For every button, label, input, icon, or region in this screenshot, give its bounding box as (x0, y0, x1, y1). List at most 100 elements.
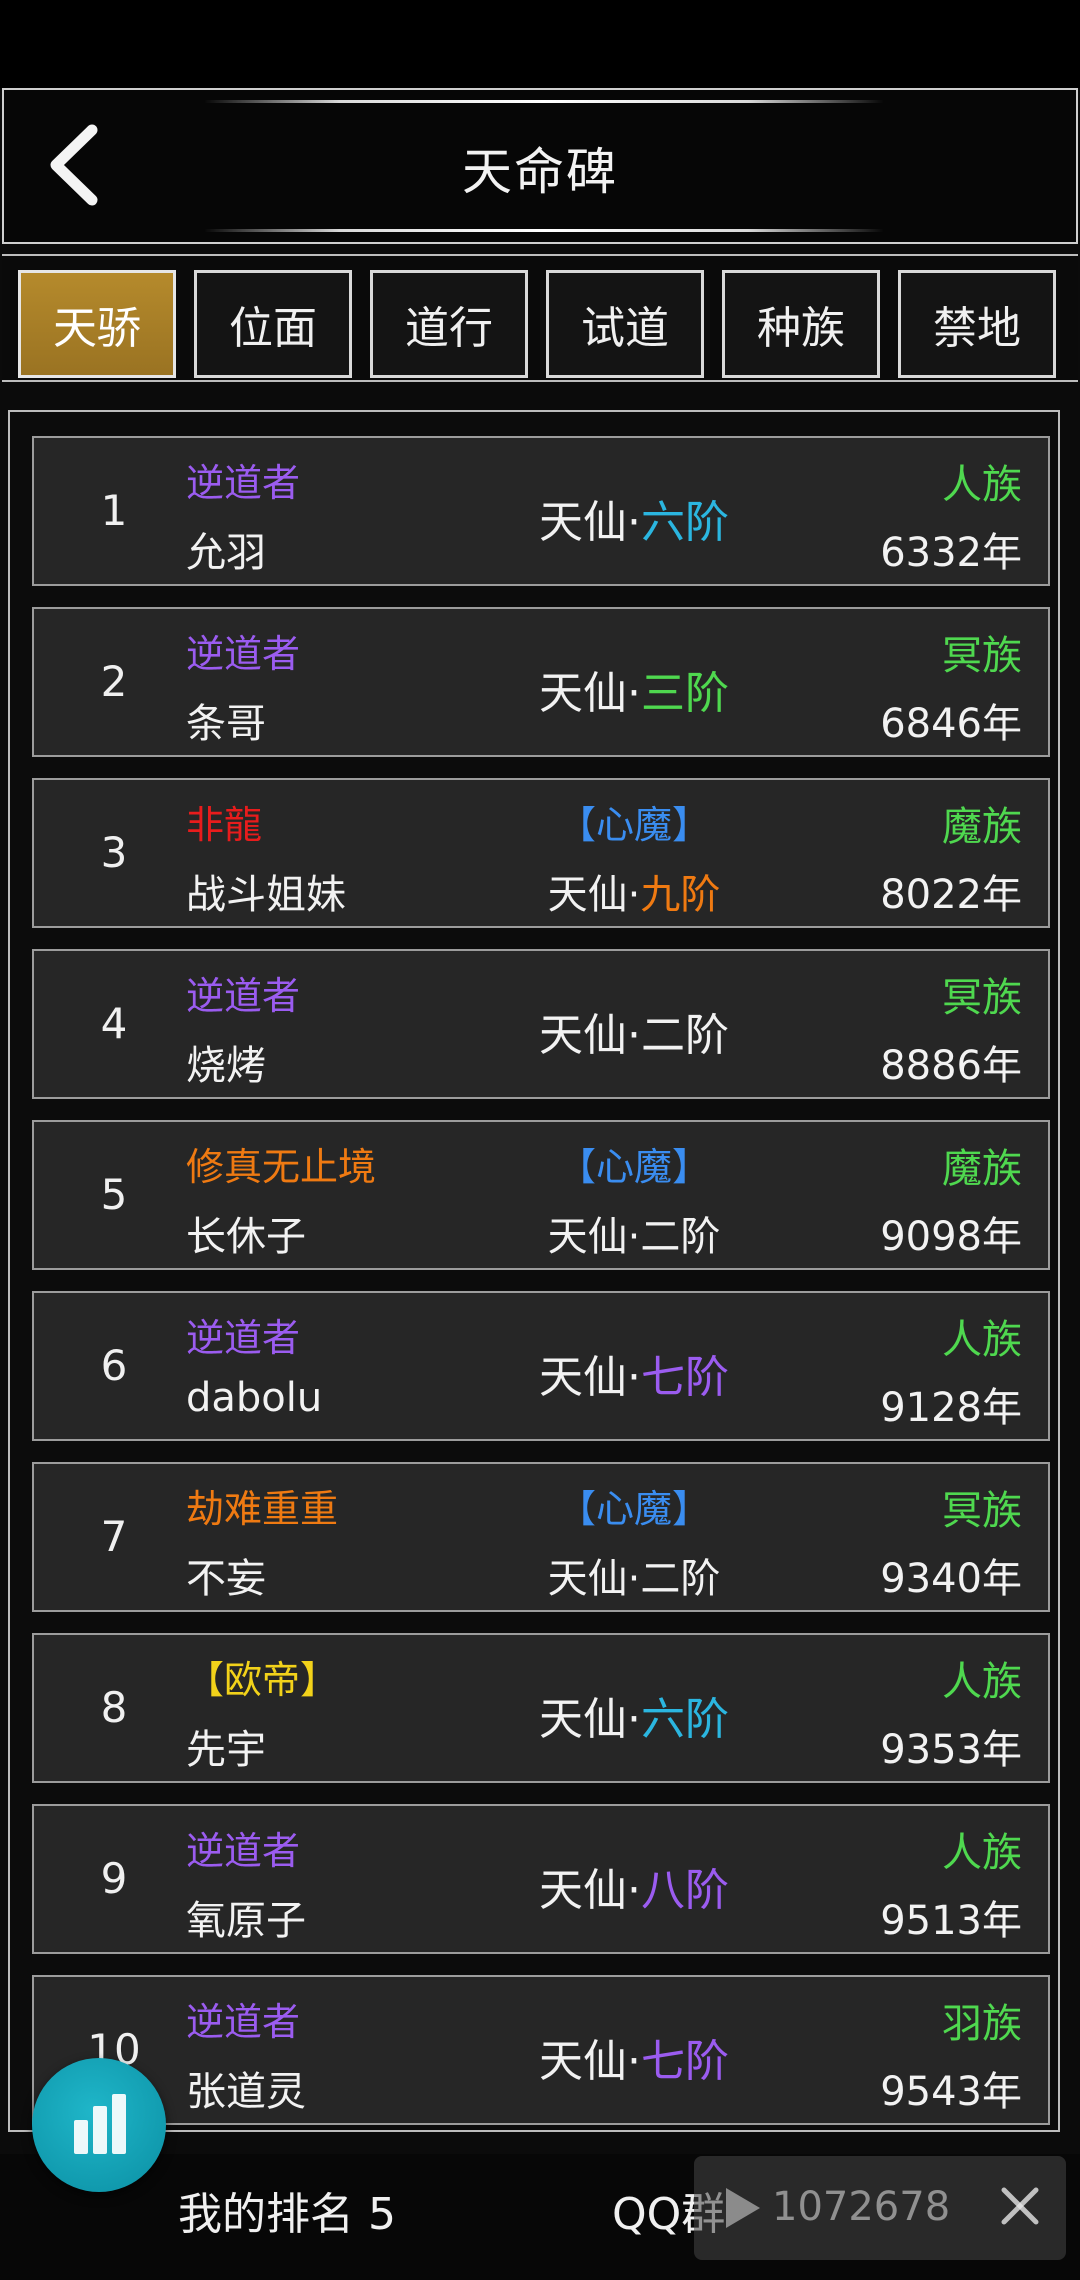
realm-label: 天仙·八阶 (474, 1854, 794, 1918)
player-name: 先宇 (186, 1727, 266, 1773)
player-title: 修真无止境 (186, 1145, 377, 1189)
rank-number: 2 (100, 657, 128, 706)
status-badge: 【心魔】 (557, 1145, 710, 1189)
race-label: 人族 (942, 1830, 1022, 1876)
realm-label: 天仙·六阶 (474, 486, 794, 550)
player-name: dabolu (186, 1375, 323, 1421)
player-name: 允羽 (186, 530, 266, 576)
rank-number: 5 (100, 1170, 128, 1219)
realm-base: 天仙· (547, 1214, 641, 1260)
header-decoration-top (204, 100, 884, 103)
my-rank-label: 我的排名 5 (178, 2189, 396, 2240)
age-years: 8886年 (880, 1043, 1022, 1089)
age-years: 9513年 (880, 1898, 1022, 1944)
realm-base: 天仙· (539, 497, 641, 548)
realm-label: 天仙·二阶 (474, 1204, 794, 1262)
ranking-row[interactable]: 10 逆道者 张道灵 天仙·七阶 羽族 9543年 (32, 1975, 1050, 2125)
realm-label: 天仙·二阶 (474, 999, 794, 1063)
realm-stage: 二阶 (641, 1010, 729, 1061)
player-title: 逆道者 (186, 974, 301, 1018)
ranking-row[interactable]: 2 逆道者 条哥 天仙·三阶 冥族 6846年 (32, 607, 1050, 757)
tab-weimian[interactable]: 位面 (194, 270, 352, 378)
rank-number: 1 (100, 486, 128, 535)
player-name: 烧烤 (186, 1043, 266, 1089)
realm-stage: 二阶 (640, 1214, 721, 1260)
race-label: 人族 (942, 1659, 1022, 1705)
stats-button[interactable] (32, 2058, 166, 2192)
realm-stage: 六阶 (641, 497, 729, 548)
player-title: 逆道者 (186, 2000, 301, 2044)
tab-daoxing[interactable]: 道行 (370, 270, 528, 378)
rank-number: 9 (100, 1854, 128, 1903)
age-years: 9543年 (880, 2069, 1022, 2115)
ranking-screen: 天命碑 天骄 位面 道行 试道 种族 禁地 1 逆道者 允羽 天仙·六阶 人族 6332年… (0, 88, 1080, 2280)
player-title: 非龍 (186, 803, 263, 847)
realm-stage: 八阶 (641, 1865, 729, 1916)
realm-base: 天仙· (539, 1694, 641, 1745)
realm-label: 天仙·三阶 (474, 657, 794, 721)
realm-base: 天仙· (539, 1352, 641, 1403)
race-label: 魔族 (942, 1146, 1022, 1192)
ranking-row[interactable]: 9 逆道者氧原子 天仙·八阶 人族 9513年 (32, 1804, 1050, 1954)
rank-number: 6 (100, 1341, 128, 1390)
tab-tianjiao[interactable]: 天骄 (18, 270, 176, 378)
bar-chart-icon (74, 2094, 126, 2154)
player-name: 条哥 (186, 701, 266, 747)
player-title: 【欧帝】 (186, 1658, 339, 1702)
tab-shidao[interactable]: 试道 (546, 270, 704, 378)
header-bar: 天命碑 (2, 88, 1078, 244)
realm-label: 天仙·七阶 (474, 2025, 794, 2089)
race-label: 冥族 (942, 1488, 1022, 1534)
player-name: 不妄 (186, 1556, 266, 1602)
ad-overlay[interactable]: 1072678 (694, 2156, 1066, 2260)
ranking-row[interactable]: 3 非龍 战斗姐妹 【心魔】 天仙·九阶 魔族 8022年 (32, 778, 1050, 928)
realm-label: 天仙·二阶 (474, 1546, 794, 1604)
age-years: 8022年 (880, 872, 1022, 918)
race-label: 羽族 (942, 2001, 1022, 2047)
player-title: 逆道者 (186, 1316, 301, 1360)
player-name: 氧原子 (186, 1898, 306, 1944)
ranking-row[interactable]: 8 【欧帝】先宇 天仙·六阶 人族 9353年 (32, 1633, 1050, 1783)
realm-stage: 二阶 (640, 1556, 721, 1602)
race-label: 冥族 (942, 633, 1022, 679)
race-label: 冥族 (942, 975, 1022, 1021)
status-badge: 【心魔】 (557, 803, 710, 847)
tab-zhongzu[interactable]: 种族 (722, 270, 880, 378)
rank-number: 7 (100, 1512, 128, 1561)
ranking-row[interactable]: 1 逆道者 允羽 天仙·六阶 人族 6332年 (32, 436, 1050, 586)
realm-stage: 九阶 (640, 872, 721, 918)
rank-number: 3 (100, 828, 128, 877)
ranking-row[interactable]: 6 逆道者 dabolu 天仙·七阶 人族 9128年 (32, 1291, 1050, 1441)
realm-stage: 六阶 (641, 1694, 729, 1745)
rank-number: 8 (100, 1683, 128, 1732)
player-title: 逆道者 (186, 1829, 301, 1873)
realm-stage: 七阶 (641, 2036, 729, 2087)
race-label: 人族 (942, 462, 1022, 508)
age-years: 6332年 (880, 530, 1022, 576)
realm-label: 天仙·六阶 (474, 1683, 794, 1747)
player-name: 长休子 (186, 1214, 306, 1260)
realm-base: 天仙· (539, 1865, 641, 1916)
ranking-row[interactable]: 4 逆道者 烧烤 天仙·二阶 冥族 8886年 (32, 949, 1050, 1099)
realm-label: 天仙·七阶 (474, 1341, 794, 1405)
play-icon (726, 2188, 760, 2228)
realm-stage: 三阶 (641, 668, 729, 719)
ad-text: 1072678 (772, 2184, 951, 2230)
ranking-row[interactable]: 5 修真无止境 长休子 【心魔】 天仙·二阶 魔族 9098年 (32, 1120, 1050, 1270)
page-title: 天命碑 (462, 143, 618, 201)
ad-close-button[interactable] (992, 2178, 1048, 2234)
status-badge: 【心魔】 (557, 1487, 710, 1531)
realm-base: 天仙· (539, 1010, 641, 1061)
race-label: 人族 (942, 1317, 1022, 1363)
player-name: 张道灵 (186, 2069, 306, 2115)
header-decoration-bottom (204, 229, 884, 232)
player-title: 逆道者 (186, 632, 301, 676)
realm-label: 天仙·九阶 (474, 862, 794, 920)
age-years: 9353年 (880, 1727, 1022, 1773)
ranking-list[interactable]: 1 逆道者 允羽 天仙·六阶 人族 6332年 2 逆道者 条哥 天仙·三阶 冥族 6846年 3 非龍战… (8, 410, 1060, 2132)
tab-bar: 天骄 位面 道行 试道 种族 禁地 (2, 254, 1078, 382)
ranking-row[interactable]: 7 劫难重重 不妄 【心魔】 天仙·二阶 冥族 9340年 (32, 1462, 1050, 1612)
player-name: 战斗姐妹 (186, 872, 346, 918)
tab-jindi[interactable]: 禁地 (898, 270, 1056, 378)
realm-base: 天仙· (547, 1556, 641, 1602)
